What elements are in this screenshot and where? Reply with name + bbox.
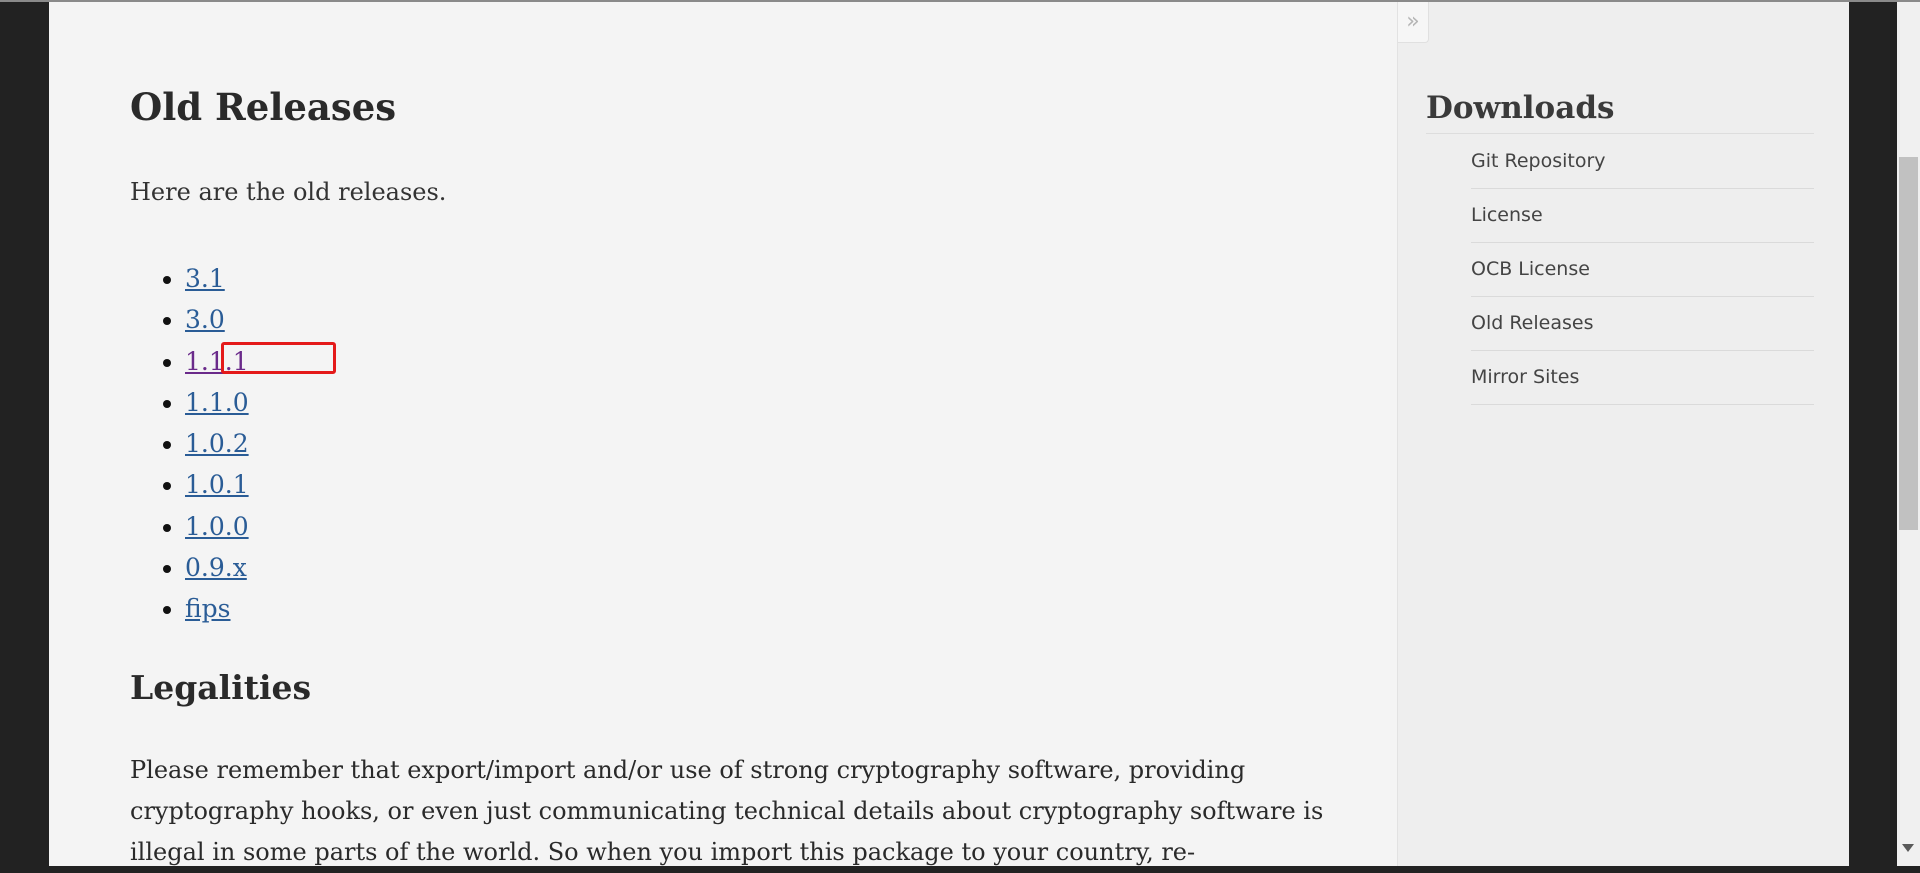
sidebar-heading: Downloads xyxy=(1426,90,1615,126)
release-link-3-1[interactable]: 3.1 xyxy=(185,264,225,293)
release-link-1-0-1[interactable]: 1.0.1 xyxy=(185,470,249,499)
release-link-fips[interactable]: fips xyxy=(185,594,231,623)
page-title: Old Releases xyxy=(130,85,397,129)
list-item: 3.1 xyxy=(185,258,249,299)
scrollbar-thumb[interactable] xyxy=(1899,157,1918,530)
scroll-down-arrow-icon[interactable] xyxy=(1902,844,1914,852)
sidebar-item-license[interactable]: License xyxy=(1471,189,1814,243)
release-link-1-0-2[interactable]: 1.0.2 xyxy=(185,429,249,458)
release-link-0-9-x[interactable]: 0.9.x xyxy=(185,553,247,582)
list-item: 1.0.1 xyxy=(185,464,249,505)
list-item: 3.0 xyxy=(185,299,249,340)
release-link-3-0[interactable]: 3.0 xyxy=(185,305,225,334)
sidebar-nav: Git Repository License OCB License Old R… xyxy=(1471,135,1814,405)
sidebar-item-old-releases[interactable]: Old Releases xyxy=(1471,297,1814,351)
legalities-heading: Legalities xyxy=(130,668,312,707)
double-chevron-right-icon: » xyxy=(1406,9,1420,34)
list-item: fips xyxy=(185,588,249,629)
intro-text: Here are the old releases. xyxy=(130,178,447,206)
releases-list: 3.1 3.0 1.1.1 1.1.0 1.0.2 1.0.1 1.0.0 0.… xyxy=(130,258,249,630)
list-item: 1.0.2 xyxy=(185,423,249,464)
list-item: 1.1.0 xyxy=(185,382,249,423)
legalities-text: Please remember that export/import and/o… xyxy=(130,756,1324,866)
sidebar: » Downloads Git Repository License OCB L… xyxy=(1397,2,1849,866)
highlight-box xyxy=(221,342,336,374)
sidebar-toggle-button[interactable]: » xyxy=(1398,2,1429,43)
page-content: Old Releases Here are the old releases. … xyxy=(49,2,1849,866)
list-item: 0.9.x xyxy=(185,547,249,588)
divider xyxy=(1426,133,1814,134)
list-item: 1.0.0 xyxy=(185,506,249,547)
sidebar-item-ocb-license[interactable]: OCB License xyxy=(1471,243,1814,297)
release-link-1-0-0[interactable]: 1.0.0 xyxy=(185,512,249,541)
sidebar-item-git-repository[interactable]: Git Repository xyxy=(1471,135,1814,189)
release-link-1-1-0[interactable]: 1.1.0 xyxy=(185,388,249,417)
sidebar-item-mirror-sites[interactable]: Mirror Sites xyxy=(1471,351,1814,405)
